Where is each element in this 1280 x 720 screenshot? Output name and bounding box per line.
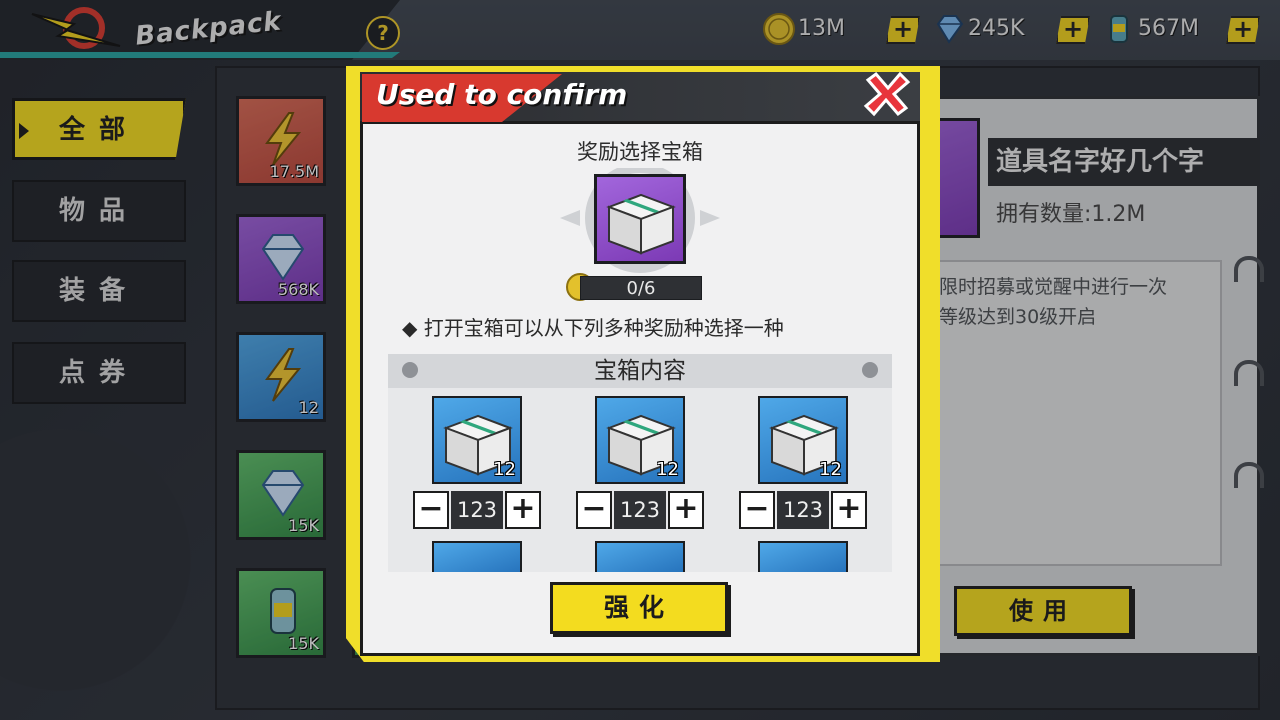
enhance-button[interactable]: 强化 <box>550 582 728 634</box>
reward-item[interactable] <box>595 541 685 572</box>
reward-item[interactable]: 12 <box>595 396 685 484</box>
reward-count: 12 <box>819 459 842 480</box>
chest-progress: 0/6 <box>580 276 702 300</box>
reward-count: 12 <box>493 459 516 480</box>
chest-hint: ◆ 打开宝箱可以从下列多种奖励种选择一种 <box>402 316 784 340</box>
increase-button[interactable]: + <box>668 491 704 529</box>
header-dot-icon <box>402 362 418 378</box>
reward-item[interactable]: 12 <box>432 396 522 484</box>
decrease-button[interactable]: − <box>739 491 775 529</box>
quantity-value[interactable]: 123 <box>451 491 503 529</box>
reward-chest <box>594 174 686 264</box>
box-icon <box>606 193 676 255</box>
chest-content-title: 宝箱内容 <box>388 354 892 388</box>
increase-button[interactable]: + <box>831 491 867 529</box>
quantity-stepper: − 123 + <box>413 491 541 529</box>
increase-button[interactable]: + <box>505 491 541 529</box>
quantity-stepper: − 123 + <box>739 491 867 529</box>
close-icon[interactable] <box>862 70 912 118</box>
decrease-button[interactable]: − <box>413 491 449 529</box>
reward-count: 12 <box>656 459 679 480</box>
reward-item[interactable] <box>432 541 522 572</box>
header-dot-icon <box>862 362 878 378</box>
decrease-button[interactable]: − <box>576 491 612 529</box>
reward-item[interactable]: 12 <box>758 396 848 484</box>
reward-item[interactable] <box>758 541 848 572</box>
quantity-value[interactable]: 123 <box>614 491 666 529</box>
quantity-value[interactable]: 123 <box>777 491 829 529</box>
modal-title: Used to confirm <box>376 78 628 111</box>
chest-title: 奖励选择宝箱 <box>577 140 703 164</box>
quantity-stepper: − 123 + <box>576 491 704 529</box>
